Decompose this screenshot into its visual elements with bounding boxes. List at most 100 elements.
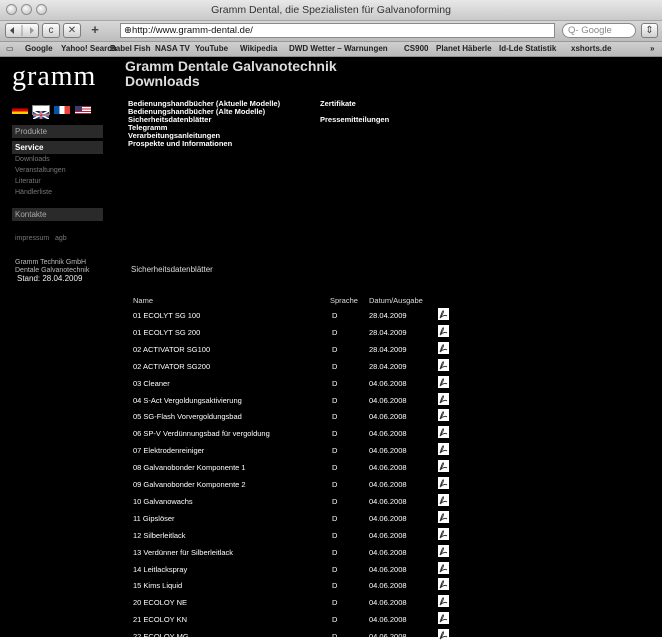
impressum-link[interactable]: impressum	[15, 235, 49, 242]
table-cell-date: 04.06.2008	[369, 446, 407, 456]
table-cell-name[interactable]: 02 ACTIVATOR SG200	[133, 362, 210, 371]
pdf-icon[interactable]	[438, 544, 449, 557]
pdf-icon[interactable]	[438, 375, 449, 388]
table-cell-language: D	[332, 547, 338, 557]
table-cell-language: D	[332, 361, 338, 371]
flag-us-icon[interactable]	[75, 106, 91, 114]
flag-en-icon[interactable]	[32, 105, 50, 120]
table-cell-date: 28.04.2009	[369, 361, 407, 371]
table-cell-date: 04.06.2008	[369, 480, 407, 489]
bookmarks-book-icon[interactable]: ▭	[6, 44, 14, 53]
bookmark-item[interactable]: xshorts.de	[571, 44, 611, 53]
table-cell-name[interactable]: 07 Elektrodenreiniger	[133, 446, 204, 455]
table-cell-name[interactable]: 21 ECOLOY KN	[133, 615, 187, 624]
reload-button[interactable]: c	[42, 23, 60, 38]
pdf-icon[interactable]	[438, 578, 449, 591]
category-link[interactable]: Zertifikate	[320, 99, 356, 108]
table-cell-language: D	[332, 480, 338, 489]
table-cell-name[interactable]: 14 Leitlackspray	[133, 565, 187, 574]
table-cell-name[interactable]: 03 Cleaner	[133, 379, 170, 388]
category-link[interactable]: Pressemitteilungen	[320, 115, 389, 124]
table-cell-date: 04.06.2008	[369, 378, 407, 388]
pdf-icon[interactable]	[438, 612, 449, 625]
table-cell-name[interactable]: 13 Verdünner für Silberleitlack	[133, 548, 233, 557]
bookmarks-bar: ▭ Google Yahoo! Search Babel Fish NASA T…	[0, 42, 662, 57]
site-logo[interactable]: gramm	[12, 61, 96, 93]
table-cell-name[interactable]: 06 SP-V Verdünnungsbad für vergoldung	[133, 429, 270, 438]
table-cell-name[interactable]: 01 ECOLYT SG 100	[133, 311, 200, 320]
table-cell-name[interactable]: 04 S-Act Vergoldungsaktivierung	[133, 396, 242, 405]
table-cell-name[interactable]: 02 ACTIVATOR SG100	[133, 345, 210, 354]
nav-service[interactable]: Service	[12, 141, 103, 154]
table-cell-name[interactable]: 15 Kims Liquid	[133, 581, 182, 590]
table-cell-name[interactable]: 11 Gipslöser	[133, 514, 175, 523]
nav-sub-item[interactable]: Veranstaltungen	[15, 167, 66, 174]
search-field[interactable]: Q- Google	[562, 23, 636, 38]
table-cell-language: D	[332, 463, 338, 473]
nav-produkte[interactable]: Produkte	[12, 125, 103, 138]
bookmark-item[interactable]: Google	[25, 44, 53, 53]
bookmark-item[interactable]: NASA TV	[155, 44, 190, 53]
pdf-icon[interactable]	[438, 510, 449, 523]
nav-kontakte[interactable]: Kontakte	[12, 208, 103, 221]
flag-fr-icon[interactable]	[54, 106, 70, 114]
table-cell-language: D	[332, 581, 338, 591]
nav-sub-item[interactable]: Literatur	[15, 178, 41, 185]
pdf-icon[interactable]	[438, 341, 449, 354]
table-cell-name[interactable]: 08 Galvanobonder Komponente 1	[133, 463, 246, 472]
table-cell-language: D	[332, 429, 338, 439]
bookmark-item[interactable]: Wikipedia	[240, 44, 277, 53]
bookmarks-overflow-icon[interactable]: »	[650, 44, 654, 53]
pdf-icon[interactable]	[438, 324, 449, 337]
table-cell-date: 04.06.2008	[369, 547, 407, 557]
bookmark-item[interactable]: Id-Lde Statistik	[499, 44, 556, 53]
table-cell-date: 04.06.2008	[369, 463, 407, 473]
table-cell-name[interactable]: 01 ECOLYT SG 200	[133, 328, 200, 337]
category-link[interactable]: Prospekte und Informationen	[128, 139, 232, 148]
agb-link[interactable]: agb	[55, 235, 67, 242]
stop-button[interactable]: ✕	[63, 23, 81, 38]
pdf-icon[interactable]	[438, 426, 449, 439]
nav-sub-item[interactable]: Downloads	[15, 156, 50, 163]
pdf-icon[interactable]	[438, 527, 449, 540]
table-cell-name[interactable]: 09 Galvanobonder Komponente 2	[133, 480, 246, 489]
reload-icon: c	[48, 25, 54, 36]
pdf-icon[interactable]	[438, 561, 449, 574]
table-cell-name[interactable]: 05 SG-Flash Vorvergoldungsbad	[133, 412, 242, 421]
pdf-icon[interactable]	[438, 358, 449, 371]
page-menu-button[interactable]: ⇕	[641, 23, 658, 38]
bookmark-item[interactable]: Babel Fish	[110, 44, 150, 53]
nav-sub-item[interactable]: Händlerliste	[15, 189, 52, 196]
pdf-icon[interactable]	[438, 308, 449, 320]
stand-date: Stand: 28.04.2009	[17, 274, 83, 283]
address-bar[interactable]: ⊕http://www.gramm-dental.de/	[120, 23, 555, 38]
bookmark-item[interactable]: Planet Häberle	[436, 44, 492, 53]
pdf-icon[interactable]	[438, 409, 449, 422]
pdf-icon[interactable]	[438, 629, 449, 641]
table-cell-language: D	[332, 615, 338, 625]
bookmark-item[interactable]: Yahoo! Search	[61, 44, 117, 53]
table-cell-name[interactable]: 12 Silberleitlack	[133, 531, 186, 540]
table-cell-language: D	[332, 344, 338, 354]
table-cell-date: 04.06.2008	[369, 615, 407, 625]
bookmark-item[interactable]: CS900	[404, 44, 428, 53]
pdf-icon[interactable]	[438, 595, 449, 608]
add-bookmark-button[interactable]: +	[86, 23, 104, 38]
table-cell-name[interactable]: 20 ECOLOY NE	[133, 598, 187, 607]
pdf-icon[interactable]	[438, 460, 449, 473]
back-forward-icon	[10, 25, 34, 36]
page-menu-icon: ⇕	[645, 25, 654, 36]
back-forward-buttons[interactable]	[5, 23, 39, 38]
pdf-icon[interactable]	[438, 392, 449, 405]
table-cell-language: D	[332, 446, 338, 456]
table-cell-date: 28.04.2009	[369, 311, 407, 320]
bookmark-item[interactable]: DWD Wetter – Warnungen	[289, 44, 388, 53]
table-cell-name[interactable]: 10 Galvanowachs	[133, 497, 193, 506]
pdf-icon[interactable]	[438, 493, 449, 506]
bookmark-item[interactable]: YouTube	[195, 44, 228, 53]
flag-de-icon[interactable]	[12, 106, 28, 114]
section-title: Sicherheitsdatenblätter	[131, 265, 213, 274]
page-content: gramm Produkte Service Downloads Veranst…	[0, 57, 662, 641]
pdf-icon[interactable]	[438, 477, 449, 489]
pdf-icon[interactable]	[438, 443, 449, 456]
